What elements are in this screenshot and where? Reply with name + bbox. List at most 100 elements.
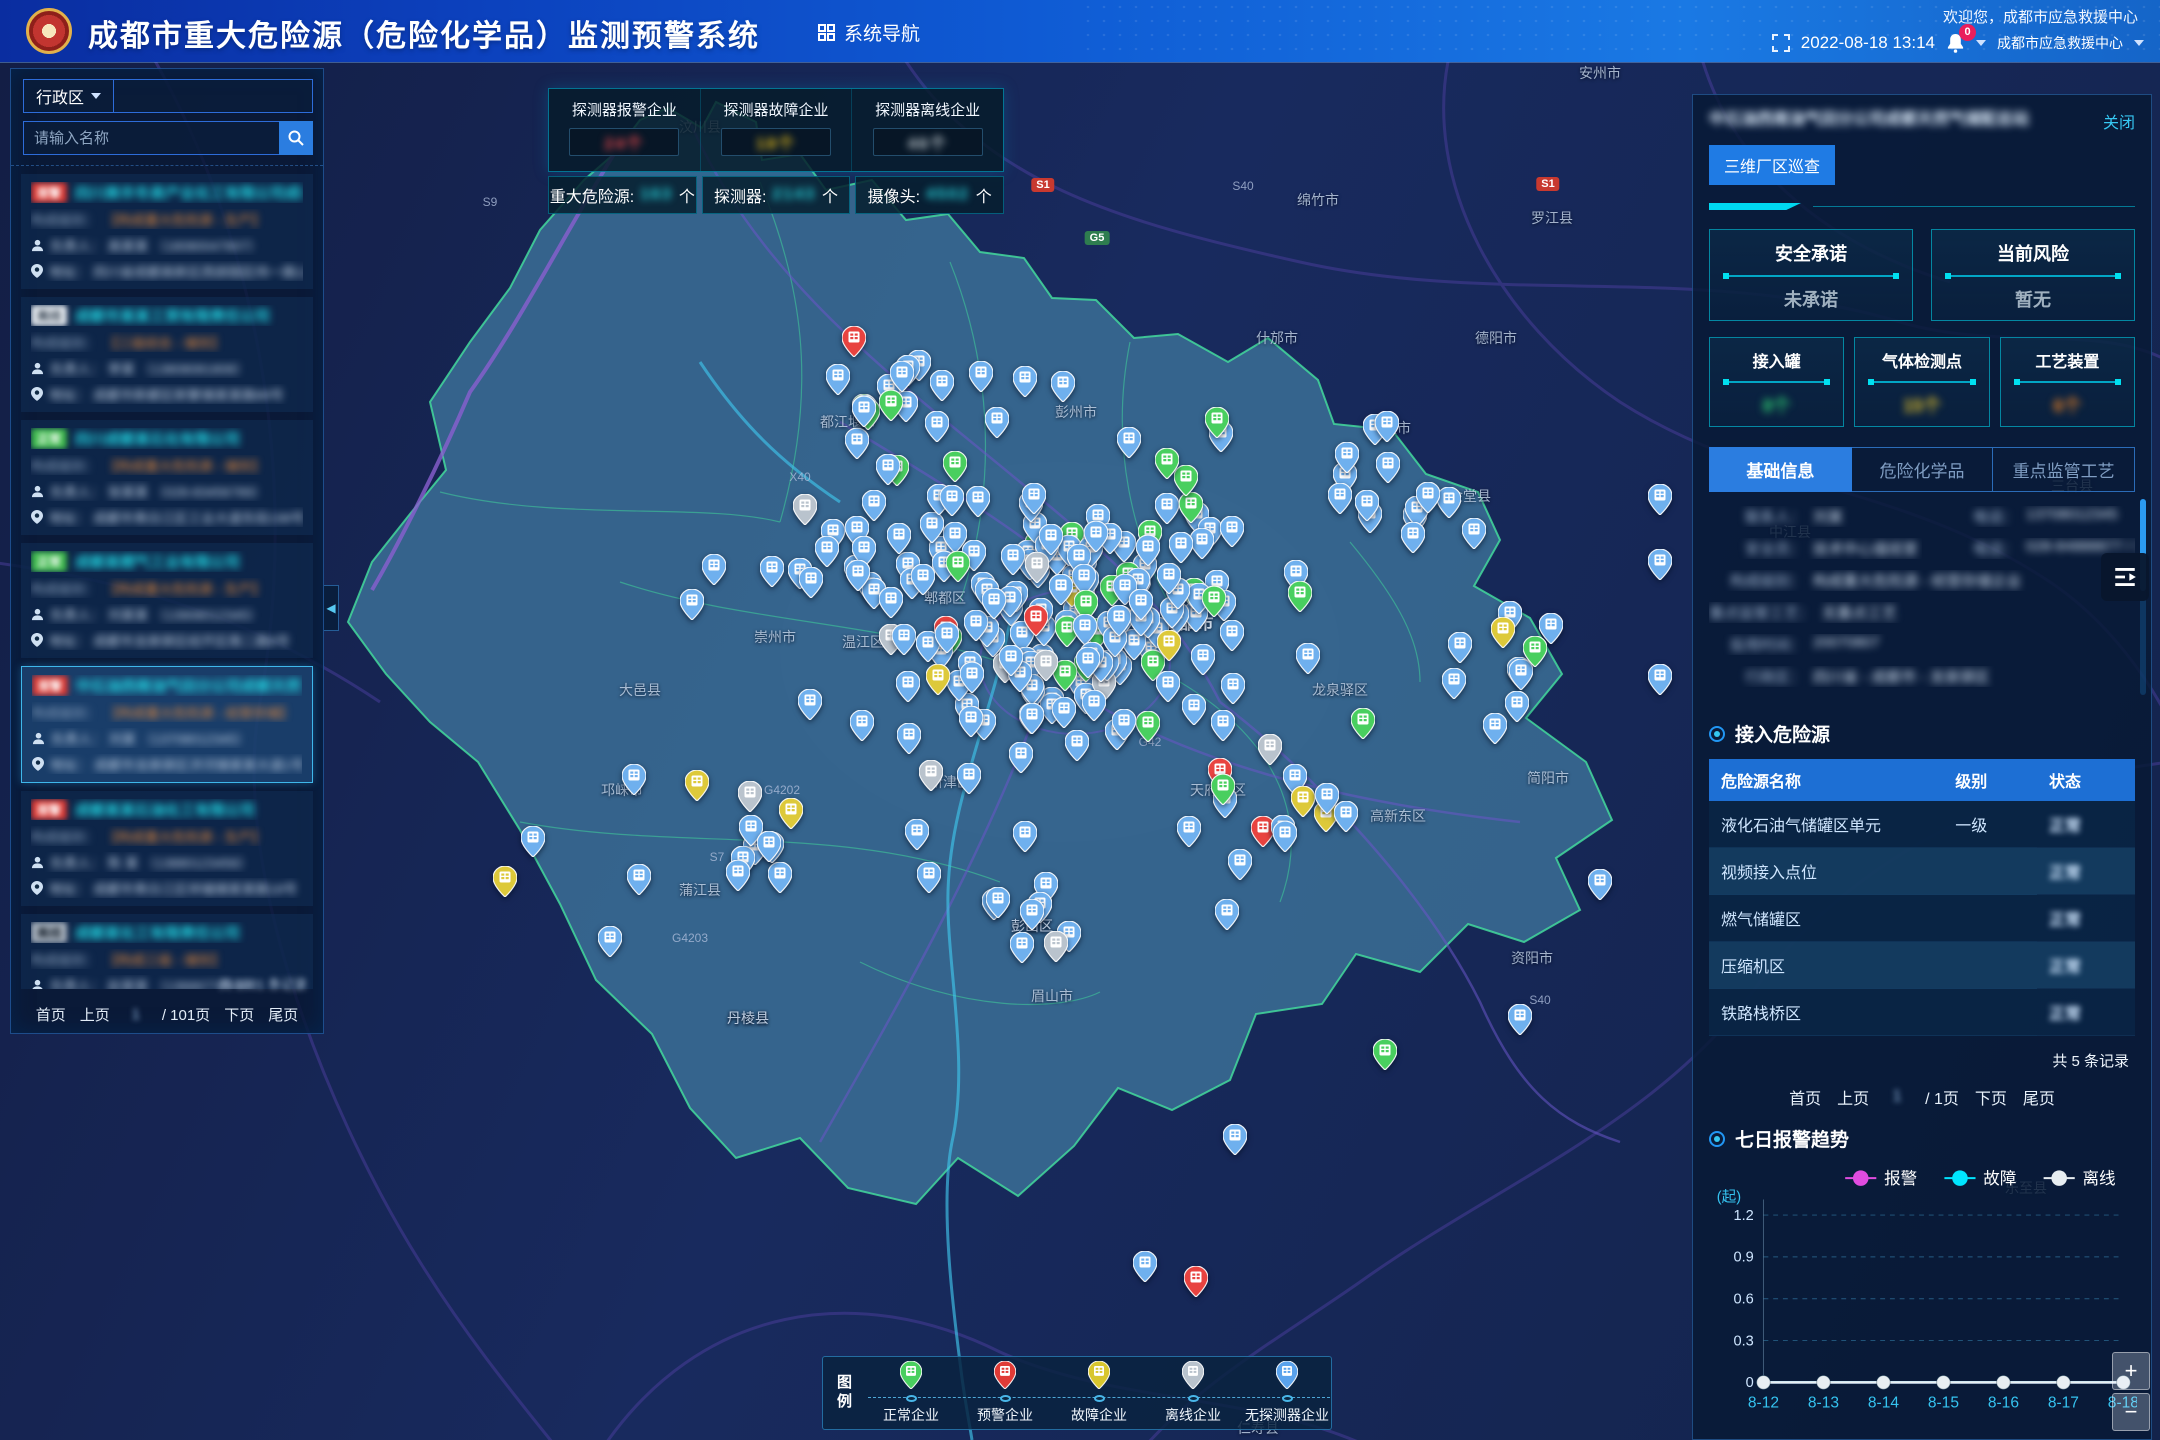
map-marker[interactable] [1202, 586, 1226, 622]
map-marker[interactable] [999, 645, 1023, 681]
map-marker[interactable] [685, 770, 709, 806]
table-row[interactable]: 液化石油气储罐区单元一级正常 [1709, 801, 2135, 848]
map-marker[interactable] [1117, 427, 1141, 463]
account-name[interactable]: 成都市应急救援中心 [1997, 33, 2123, 53]
map-marker[interactable] [1076, 647, 1100, 683]
map-marker[interactable] [887, 523, 911, 559]
map-marker[interactable] [1335, 442, 1359, 478]
notification-bell[interactable]: 0 [1946, 33, 1965, 53]
map-marker[interactable] [1437, 487, 1461, 523]
map-marker[interactable] [1211, 774, 1235, 810]
map-marker[interactable] [1133, 1251, 1157, 1287]
map-marker[interactable] [1107, 605, 1131, 641]
plant-3d-tour-button[interactable]: 三维厂区巡查 [1709, 145, 1835, 185]
map-marker[interactable] [919, 760, 943, 796]
region-filter-value[interactable] [114, 80, 312, 112]
map-marker[interactable] [493, 866, 517, 902]
page-next[interactable]: 下页 [224, 1004, 254, 1025]
map-marker[interactable] [1052, 697, 1076, 733]
map-marker[interactable] [1169, 532, 1193, 568]
map-marker[interactable] [1039, 524, 1063, 560]
map-marker[interactable] [842, 326, 866, 362]
page-current[interactable]: 1 [1885, 1088, 1909, 1106]
map-marker[interactable] [726, 860, 750, 896]
company-card[interactable]: 正常 成都某燃气工业有限公司 构成级别：【构成重大危险源 - 生产】 负责人： … [21, 543, 313, 658]
map-marker[interactable] [1448, 632, 1472, 668]
map-marker[interactable] [760, 556, 784, 592]
map-marker[interactable] [852, 396, 876, 432]
map-marker[interactable] [960, 662, 984, 698]
map-marker[interactable] [1205, 407, 1229, 443]
page-next[interactable]: 下页 [1975, 1085, 2007, 1109]
map-marker[interactable] [982, 588, 1006, 624]
map-marker[interactable] [1112, 709, 1136, 745]
map-marker[interactable] [793, 494, 817, 530]
map-marker[interactable] [930, 370, 954, 406]
table-row[interactable]: 视频接入点位正常 [1709, 848, 2135, 895]
map-marker[interactable] [1442, 668, 1466, 704]
map-marker[interactable] [1648, 484, 1672, 520]
map-marker[interactable] [892, 624, 916, 660]
map-marker[interactable] [680, 589, 704, 625]
map-marker[interactable] [1155, 448, 1179, 484]
page-first[interactable]: 首页 [1789, 1085, 1821, 1109]
map-marker[interactable] [1020, 899, 1044, 935]
map-marker[interactable] [1013, 821, 1037, 857]
map-marker[interactable] [1191, 644, 1215, 680]
tab-0[interactable]: 基础信息 [1709, 447, 1852, 492]
panel-expand-button[interactable] [2101, 553, 2149, 601]
map-marker[interactable] [1291, 786, 1315, 822]
map-marker[interactable] [879, 587, 903, 623]
map-marker[interactable] [1523, 636, 1547, 672]
nav-system-menu[interactable]: 系统导航 [818, 19, 920, 46]
map-marker[interactable] [1328, 483, 1352, 519]
map-marker[interactable] [1082, 690, 1106, 726]
zoom-out-button[interactable]: − [2112, 1393, 2150, 1431]
map-marker[interactable] [1376, 452, 1400, 488]
map-marker[interactable] [1462, 518, 1486, 554]
region-filter-select[interactable]: 行政区 [23, 79, 313, 113]
map-marker[interactable] [1136, 711, 1160, 747]
company-card[interactable]: 报警 中石油西南油气田分公司成都天然气储配总站 构成级别：【构成重大危险源 - … [21, 666, 313, 783]
map-marker[interactable] [935, 622, 959, 658]
map-marker[interactable] [986, 887, 1010, 923]
map-marker[interactable] [879, 390, 903, 426]
map-marker[interactable] [627, 864, 651, 900]
map-marker[interactable] [521, 826, 545, 862]
map-marker[interactable] [1221, 673, 1245, 709]
map-marker[interactable] [1273, 821, 1297, 857]
map-marker[interactable] [702, 554, 726, 590]
map-marker[interactable] [1177, 816, 1201, 852]
company-card[interactable]: 报警 成都某某石油化工有限公司 构成级别：【构成重大危险源 - 生产】 负责人：… [21, 791, 313, 906]
company-card[interactable]: 正常 四川成都某石化有限公司 构成级别：【构成重大危险源 - 储存】 负责人： … [21, 420, 313, 535]
map-marker[interactable] [969, 361, 993, 397]
map-marker[interactable] [1351, 708, 1375, 744]
map-marker[interactable] [1258, 734, 1282, 770]
map-marker[interactable] [925, 411, 949, 447]
table-row[interactable]: 压缩机区正常 [1709, 942, 2135, 989]
map-marker[interactable] [846, 560, 870, 596]
map-marker[interactable] [1157, 563, 1181, 599]
map-marker[interactable] [1648, 549, 1672, 585]
map-marker[interactable] [1588, 869, 1612, 905]
chevron-down-icon[interactable] [2134, 40, 2144, 46]
close-button[interactable]: 关闭 [2103, 109, 2135, 133]
map-marker[interactable] [1157, 630, 1181, 666]
map-marker[interactable] [757, 831, 781, 867]
map-marker[interactable] [1505, 691, 1529, 727]
map-marker[interactable] [1220, 516, 1244, 552]
map-marker[interactable] [1220, 620, 1244, 656]
page-prev[interactable]: 上页 [1837, 1085, 1869, 1109]
tab-2[interactable]: 重点监管工艺 [1993, 447, 2135, 492]
map-marker[interactable] [911, 564, 935, 600]
search-button[interactable] [279, 121, 313, 155]
fullscreen-icon[interactable] [1772, 34, 1790, 52]
map-marker[interactable] [598, 926, 622, 962]
table-row[interactable]: 铁路栈桥区正常 [1709, 989, 2135, 1036]
map-marker[interactable] [738, 781, 762, 817]
map-marker[interactable] [946, 551, 970, 587]
map-marker[interactable] [1483, 713, 1507, 749]
map-marker[interactable] [1228, 849, 1252, 885]
map-marker[interactable] [1024, 605, 1048, 641]
map-marker[interactable] [897, 723, 921, 759]
